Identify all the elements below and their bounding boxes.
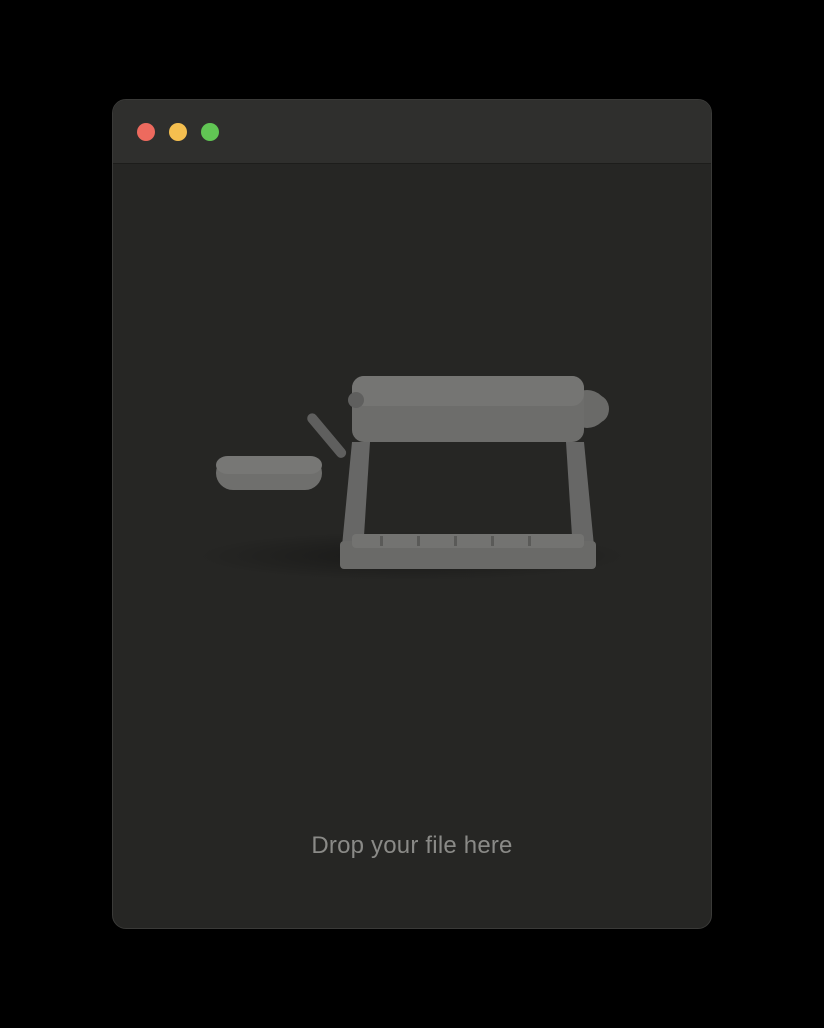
titlebar [113,100,711,164]
drop-prompt-text: Drop your file here [311,832,512,860]
close-button[interactable] [137,123,155,141]
minimize-button[interactable] [169,123,187,141]
drop-zone[interactable]: Drop your file here [113,164,711,928]
app-window: Drop your file here [112,99,712,929]
traffic-lights [137,123,219,141]
maximize-button[interactable] [201,123,219,141]
pasta-press-icon [192,356,632,596]
machine-illustration [192,336,632,616]
